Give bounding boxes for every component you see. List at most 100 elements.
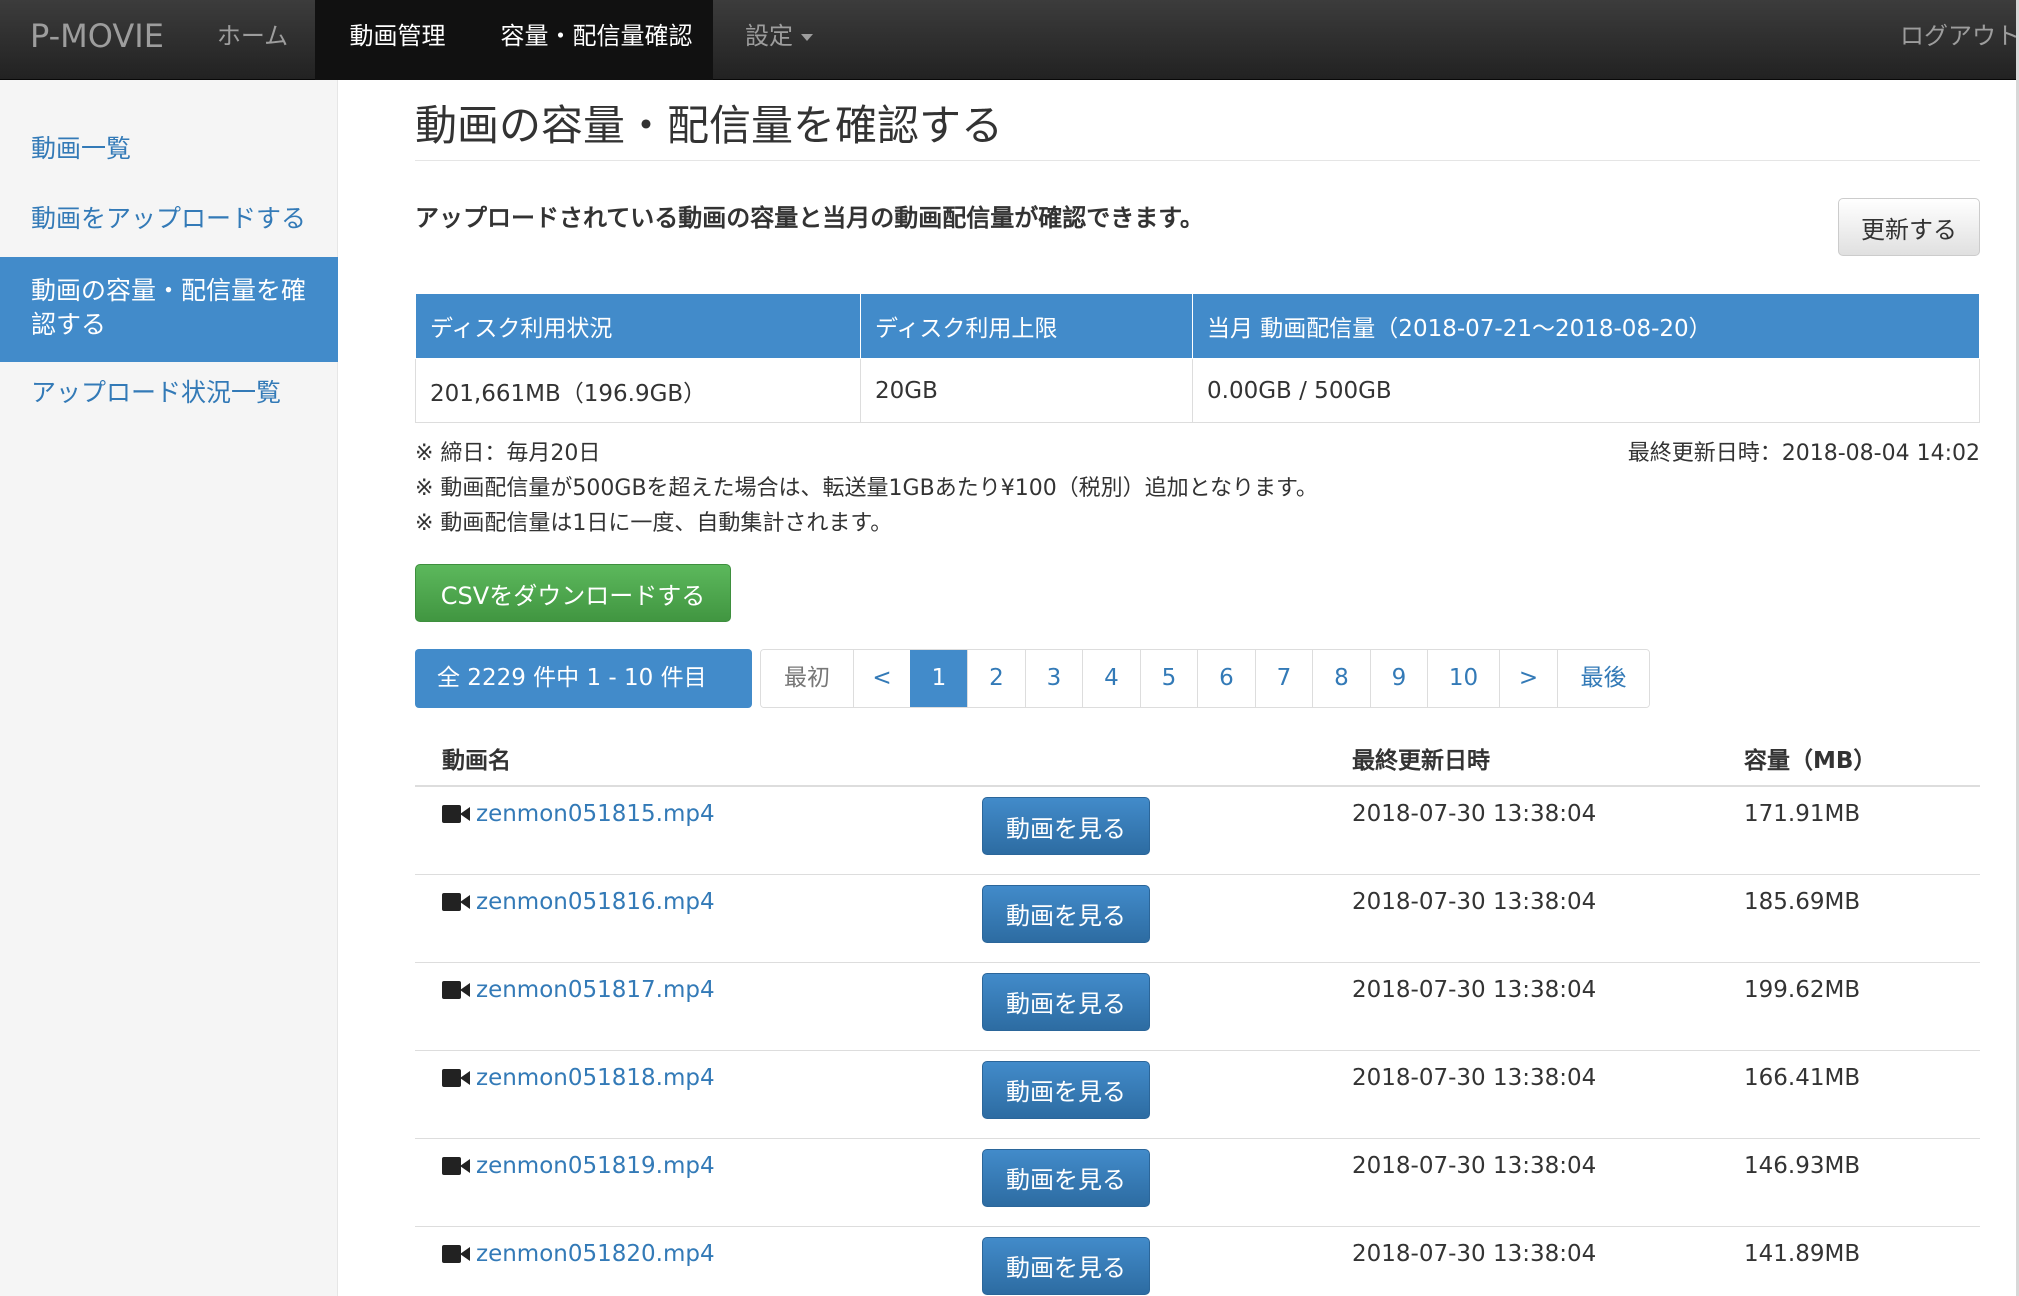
page-9[interactable]: 9 [1370,650,1427,707]
video-date-cell: 2018-07-30 13:38:04 [1325,873,1717,962]
video-size-cell: 171.91MB [1717,785,1980,874]
video-size-cell: 185.69MB [1717,873,1980,962]
video-table-header: 動画名 最終更新日時 容量（MB） [415,730,1980,787]
view-video-button[interactable]: 動画を見る [982,1236,1150,1295]
column-header-size: 容量（MB） [1717,730,1980,787]
video-date-cell: 2018-07-30 13:38:04 [1325,1049,1717,1138]
column-header-date: 最終更新日時 [1325,730,1717,787]
video-size-cell: 166.41MB [1717,1049,1980,1138]
usage-stats-value-row: 201,661MB（196.9GB） 20GB 0.00GB / 500GB [415,358,1980,423]
video-action-cell: 動画を見る [955,873,1325,962]
page-next[interactable]: > [1499,650,1557,707]
note-closing-day: ※ 締日：毎月20日 [415,441,601,466]
stats-header-disk-usage: ディスク利用状況 [415,293,861,359]
video-name-link[interactable]: zenmon051816.mp4 [476,889,715,915]
video-name-link[interactable]: zenmon051819.mp4 [476,1153,715,1179]
video-date-cell: 2018-07-30 13:38:04 [1325,1225,1717,1296]
stats-header-disk-limit: ディスク利用上限 [860,293,1193,359]
page-7[interactable]: 7 [1255,650,1312,707]
video-size-cell: 199.62MB [1717,961,1980,1050]
video-camera-icon [442,1068,470,1087]
note-daily-aggregation: ※ 動画配信量は1日に一度、自動集計されます。 [415,511,893,536]
caret-down-icon [801,33,813,41]
video-action-cell: 動画を見る [955,1049,1325,1138]
note-overage-fee: ※ 動画配信量が500GBを超えた場合は、転送量1GBあたり¥100（税別）追加… [415,476,1318,501]
video-name-link[interactable]: zenmon051818.mp4 [476,1065,715,1091]
pagination: 最初 < 1 2 3 4 5 6 7 8 9 10 > 最後 [760,649,1650,708]
video-action-cell: 動画を見る [955,1225,1325,1296]
video-action-cell: 動画を見る [955,785,1325,874]
top-navbar: P-MOVIE ホーム 動画管理 容量・配信量確認 設定 ログアウト [0,0,2019,80]
view-video-button[interactable]: 動画を見る [982,1060,1150,1119]
video-name-cell: zenmon051815.mp4 [415,785,955,874]
table-row: zenmon051820.mp4 動画を見る 2018-07-30 13:38:… [415,1225,1980,1296]
video-size-cell: 146.93MB [1717,1137,1980,1226]
page-8[interactable]: 8 [1312,650,1370,707]
nav-video-management[interactable]: 動画管理 [315,0,480,80]
nav-home[interactable]: ホーム [190,0,315,80]
column-header-action [955,730,1325,787]
video-action-cell: 動画を見る [955,1137,1325,1226]
nav-settings-dropdown[interactable]: 設定 [724,0,834,80]
sidebar-item-upload[interactable]: 動画をアップロードする [0,202,338,236]
nav-capacity-check[interactable]: 容量・配信量確認 [480,0,713,80]
result-count-badge: 全 2229 件中 1 - 10 件目 [415,649,752,708]
page-2[interactable]: 2 [967,650,1025,707]
table-row: zenmon051815.mp4 動画を見る 2018-07-30 13:38:… [415,785,1980,874]
csv-download-button[interactable]: CSVをダウンロードする [415,564,731,622]
video-name-link[interactable]: zenmon051817.mp4 [476,977,715,1003]
nav-logout[interactable]: ログアウト [1900,0,2019,80]
video-action-cell: 動画を見る [955,961,1325,1050]
usage-stats-table: ディスク利用状況 ディスク利用上限 当月 動画配信量（2018-07-21〜20… [415,293,1980,423]
last-updated-text: 最終更新日時：2018-08-04 14:02 [1627,441,1980,466]
video-name-cell: zenmon051816.mp4 [415,873,955,962]
brand-logo[interactable]: P-MOVIE [30,0,164,80]
page-5[interactable]: 5 [1140,650,1197,707]
page-description: アップロードされている動画の容量と当月の動画配信量が確認できます。 [415,204,1204,232]
video-camera-icon [442,1244,470,1263]
refresh-button[interactable]: 更新する [1838,198,1980,256]
page-title: 動画の容量・配信量を確認する [415,101,1004,150]
stats-value-disk-limit: 20GB [860,358,1193,423]
page-prev[interactable]: < [853,650,910,707]
table-row: zenmon051816.mp4 動画を見る 2018-07-30 13:38:… [415,873,1980,962]
sidebar-item-capacity[interactable]: 動画の容量・配信量を確認する [0,257,338,362]
sidebar-item-upload-status[interactable]: アップロード状況一覧 [0,376,338,410]
table-row: zenmon051819.mp4 動画を見る 2018-07-30 13:38:… [415,1137,1980,1226]
page-first[interactable]: 最初 [761,650,853,707]
video-date-cell: 2018-07-30 13:38:04 [1325,785,1717,874]
video-camera-icon [442,892,470,911]
video-name-link[interactable]: zenmon051820.mp4 [476,1241,715,1267]
video-name-cell: zenmon051820.mp4 [415,1225,955,1296]
page-4[interactable]: 4 [1082,650,1140,707]
video-camera-icon [442,980,470,999]
table-row: zenmon051818.mp4 動画を見る 2018-07-30 13:38:… [415,1049,1980,1138]
stats-value-disk-usage: 201,661MB（196.9GB） [415,358,861,423]
view-video-button[interactable]: 動画を見る [982,884,1150,943]
video-table: 動画名 最終更新日時 容量（MB） zenmon051815.mp4 動画を見る… [415,730,1980,1296]
video-camera-icon [442,805,470,823]
usage-stats-header-row: ディスク利用状況 ディスク利用上限 当月 動画配信量（2018-07-21〜20… [415,293,1980,359]
sidebar-item-video-list[interactable]: 動画一覧 [0,132,338,166]
stats-header-monthly-delivery: 当月 動画配信量（2018-07-21〜2018-08-20） [1192,293,1980,359]
video-name-cell: zenmon051817.mp4 [415,961,955,1050]
page-3[interactable]: 3 [1025,650,1082,707]
video-camera-icon [442,1156,470,1175]
page-10[interactable]: 10 [1427,650,1499,707]
video-name-link[interactable]: zenmon051815.mp4 [476,801,715,827]
view-video-button[interactable]: 動画を見る [982,1148,1150,1207]
nav-settings-label: 設定 [745,22,793,50]
page-1[interactable]: 1 [910,650,967,707]
page-last[interactable]: 最後 [1557,650,1649,707]
page-6[interactable]: 6 [1197,650,1255,707]
view-video-button[interactable]: 動画を見る [982,797,1150,855]
table-row: zenmon051817.mp4 動画を見る 2018-07-30 13:38:… [415,961,1980,1050]
title-divider [415,160,1980,161]
video-date-cell: 2018-07-30 13:38:04 [1325,1137,1717,1226]
view-video-button[interactable]: 動画を見る [982,972,1150,1031]
video-name-cell: zenmon051818.mp4 [415,1049,955,1138]
video-size-cell: 141.89MB [1717,1225,1980,1296]
column-header-name: 動画名 [415,730,955,787]
stats-value-monthly-delivery: 0.00GB / 500GB [1192,358,1980,423]
video-name-cell: zenmon051819.mp4 [415,1137,955,1226]
